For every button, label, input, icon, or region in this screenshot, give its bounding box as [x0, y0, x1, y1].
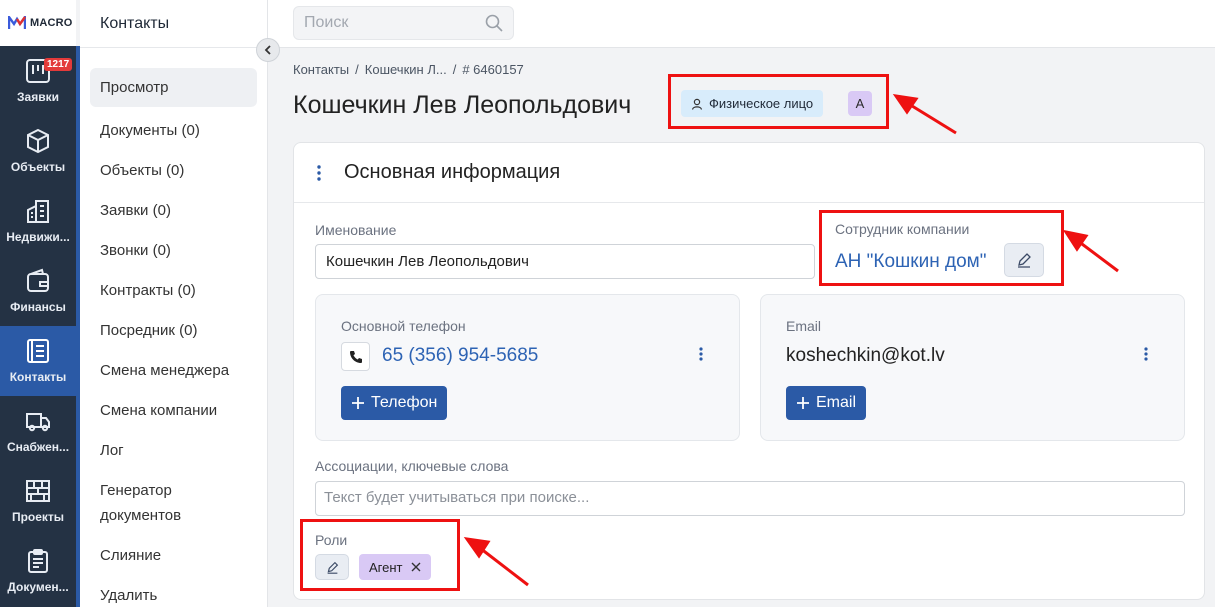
submenu-item-requests[interactable]: Заявки (0): [90, 193, 257, 233]
role-chip-label: Агент: [369, 559, 403, 575]
submenu-item-change-manager[interactable]: Смена менеджера: [90, 353, 257, 393]
add-email-label: Email: [816, 394, 857, 411]
phone-value[interactable]: 65 (356) 954-5685: [382, 345, 538, 367]
submenu-item-doc-generator[interactable]: Генератор документов: [90, 473, 220, 538]
add-email-button[interactable]: Email: [786, 386, 867, 420]
nav-item-requests[interactable]: 1217 Заявки: [0, 46, 76, 116]
roles-label: Роли: [315, 532, 348, 548]
nav-item-objects[interactable]: Объекты: [0, 116, 76, 186]
phone-icon: [349, 350, 362, 363]
name-input[interactable]: Кошечкин Лев Леопольдович: [315, 244, 815, 279]
nav-item-projects[interactable]: Проекты: [0, 466, 76, 536]
search-box[interactable]: Поиск: [293, 6, 514, 40]
email-value[interactable]: koshechkin@kot.lv: [786, 345, 945, 367]
edit-employee-button[interactable]: [1004, 243, 1044, 277]
breadcrumb-id: # 6460157: [462, 62, 524, 77]
edit-roles-button[interactable]: [315, 554, 349, 580]
phone-label: Основной телефон: [341, 318, 466, 334]
associations-label: Ассоциации, ключевые слова: [315, 458, 509, 474]
search-placeholder: Поиск: [304, 14, 349, 31]
clipboard-icon: [28, 549, 48, 573]
nav-item-realestate[interactable]: Недвижи...: [0, 186, 76, 256]
employee-company-link[interactable]: АН "Кошкин дом": [835, 251, 986, 273]
cube-icon: [27, 128, 49, 154]
submenu-item-documents[interactable]: Документы (0): [90, 113, 257, 153]
category-chip: А: [848, 91, 872, 116]
card-header: Основная информация: [294, 143, 1204, 203]
wallet-icon: [27, 268, 49, 292]
arrow-type-head: [892, 94, 919, 115]
buildings-icon: [27, 200, 49, 223]
logo-text: MACRO: [30, 17, 73, 29]
logo[interactable]: MACRO: [0, 0, 76, 46]
chevron-left-icon: [264, 45, 271, 55]
nav-item-finance[interactable]: Финансы: [0, 256, 76, 326]
breadcrumb: Контакты / Кошечкин Л... / # 6460157: [293, 62, 524, 77]
contact-type-chip: Физическое лицо: [681, 90, 824, 117]
email-menu-icon[interactable]: [1144, 347, 1148, 361]
submenu-item-merge[interactable]: Слияние: [90, 538, 257, 578]
add-phone-label: Телефон: [371, 394, 438, 411]
submenu-item-delete[interactable]: Удалить: [90, 578, 257, 607]
nav-item-supply[interactable]: Снабжен...: [0, 396, 76, 466]
contact-type-label: Физическое лицо: [709, 96, 814, 111]
main-nav: MACRO 1217 Заявки Объекты Недвижи... Фин…: [0, 0, 80, 607]
submenu-list: Просмотр Документы (0) Объекты (0) Заявк…: [80, 48, 267, 607]
plus-icon: [352, 397, 364, 409]
email-box: Email koshechkin@kot.lv Email: [760, 294, 1185, 441]
submenu-item-log[interactable]: Лог: [90, 433, 257, 473]
phone-call-button[interactable]: [341, 342, 370, 371]
nav-label: Контакты: [9, 370, 67, 384]
breadcrumb-contact[interactable]: Кошечкин Л...: [365, 62, 447, 77]
brick-wall-icon: [26, 480, 50, 502]
submenu-title: Контакты: [80, 0, 267, 48]
nav-item-contacts[interactable]: Контакты: [0, 326, 80, 396]
employee-label: Сотрудник компании: [835, 221, 970, 237]
submenu-item-view[interactable]: Просмотр: [90, 68, 257, 107]
top-bar: Поиск: [268, 0, 1215, 48]
macro-logo-icon: [7, 13, 27, 30]
nav-label: Объекты: [10, 160, 66, 174]
role-chip-agent: Агент: [359, 554, 431, 580]
person-icon: [691, 98, 703, 110]
associations-textarea[interactable]: Текст будет учитываться при поиске...: [315, 481, 1185, 516]
truck-icon: [26, 413, 50, 432]
close-icon[interactable]: [411, 562, 421, 572]
submenu-item-intermediary[interactable]: Посредник (0): [90, 313, 257, 353]
arrow-type: [903, 99, 957, 135]
card-title: Основная информация: [344, 161, 561, 183]
submenu-item-contracts[interactable]: Контракты (0): [90, 273, 257, 313]
nav-label: Финансы: [10, 300, 66, 314]
breadcrumb-separator: /: [452, 62, 457, 77]
app-root: MACRO 1217 Заявки Объекты Недвижи... Фин…: [0, 0, 1215, 607]
contacts-icon: [27, 339, 49, 363]
search-icon: [485, 14, 503, 32]
add-phone-button[interactable]: Телефон: [341, 386, 448, 420]
submenu: Контакты Просмотр Документы (0) Объекты …: [80, 0, 268, 607]
page-title: Кошечкин Лев Леопольдович: [293, 91, 632, 119]
breadcrumb-contacts[interactable]: Контакты: [293, 62, 349, 77]
pencil-icon: [1018, 253, 1031, 268]
breadcrumb-separator: /: [355, 62, 359, 77]
nav-label: Проекты: [11, 510, 65, 524]
pencil-icon: [327, 561, 338, 574]
submenu-item-change-company[interactable]: Смена компании: [90, 393, 257, 433]
kebab-menu-icon[interactable]: [316, 164, 322, 181]
main-info-card: Основная информация Именование Кошечкин …: [293, 142, 1205, 600]
nav-item-documents[interactable]: Докумен...: [0, 536, 76, 606]
submenu-item-calls[interactable]: Звонки (0): [90, 233, 257, 273]
requests-badge: 1217: [44, 58, 73, 71]
name-label: Именование: [315, 222, 397, 238]
nav-label: Докумен...: [7, 580, 69, 594]
phone-menu-icon[interactable]: [699, 347, 703, 361]
collapse-sidebar-button[interactable]: [256, 38, 280, 62]
nav-label: Заявки: [17, 90, 59, 104]
submenu-item-objects[interactable]: Объекты (0): [90, 153, 257, 193]
email-label: Email: [786, 318, 822, 334]
phone-box: Основной телефон 65 (356) 954-5685 Телеф…: [315, 294, 740, 441]
nav-label: Снабжен...: [6, 440, 70, 454]
nav-label: Недвижи...: [6, 230, 70, 244]
plus-icon: [797, 397, 809, 409]
